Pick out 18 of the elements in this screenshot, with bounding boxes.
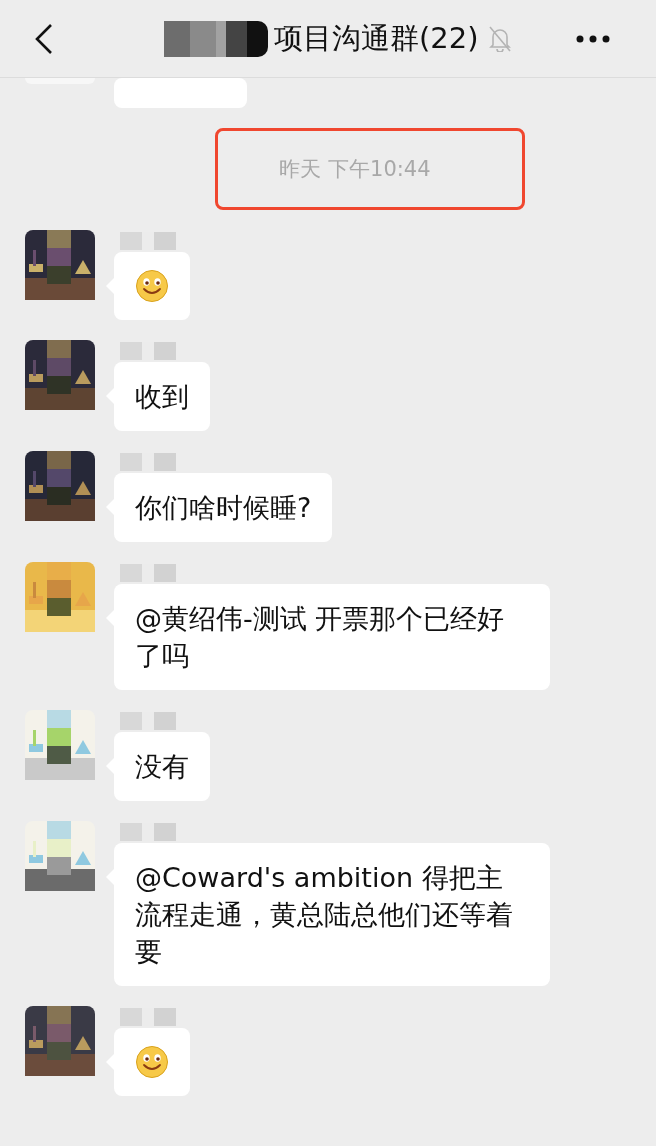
- blurred-sender-name: [120, 823, 176, 841]
- smiley-icon: [135, 269, 169, 303]
- more-icon[interactable]: [576, 34, 610, 43]
- blurred-sender-name: [120, 712, 176, 730]
- blurred-sender-name: [120, 564, 176, 582]
- message-text: @黄绍伟-测试 开票那个已经好了吗: [114, 584, 550, 690]
- timestamp: 昨天 下午10:44: [279, 156, 431, 183]
- blurred-sender-name: [120, 1008, 176, 1026]
- blurred-sender-name: [120, 453, 176, 471]
- chat-title: 项目沟通群(22): [274, 19, 479, 57]
- message-text: 你们啥时候睡?: [114, 473, 333, 542]
- message-text: 没有: [114, 732, 210, 801]
- smiley-icon: [135, 1045, 169, 1079]
- message-text: @Coward's ambition 得把主流程走通，黄总陆总他们还等着要: [114, 843, 550, 986]
- blurred-sender-name: [120, 232, 176, 250]
- blurred-sender-name: [120, 342, 176, 360]
- back-icon[interactable]: [34, 22, 54, 55]
- message-text: 收到: [114, 362, 210, 431]
